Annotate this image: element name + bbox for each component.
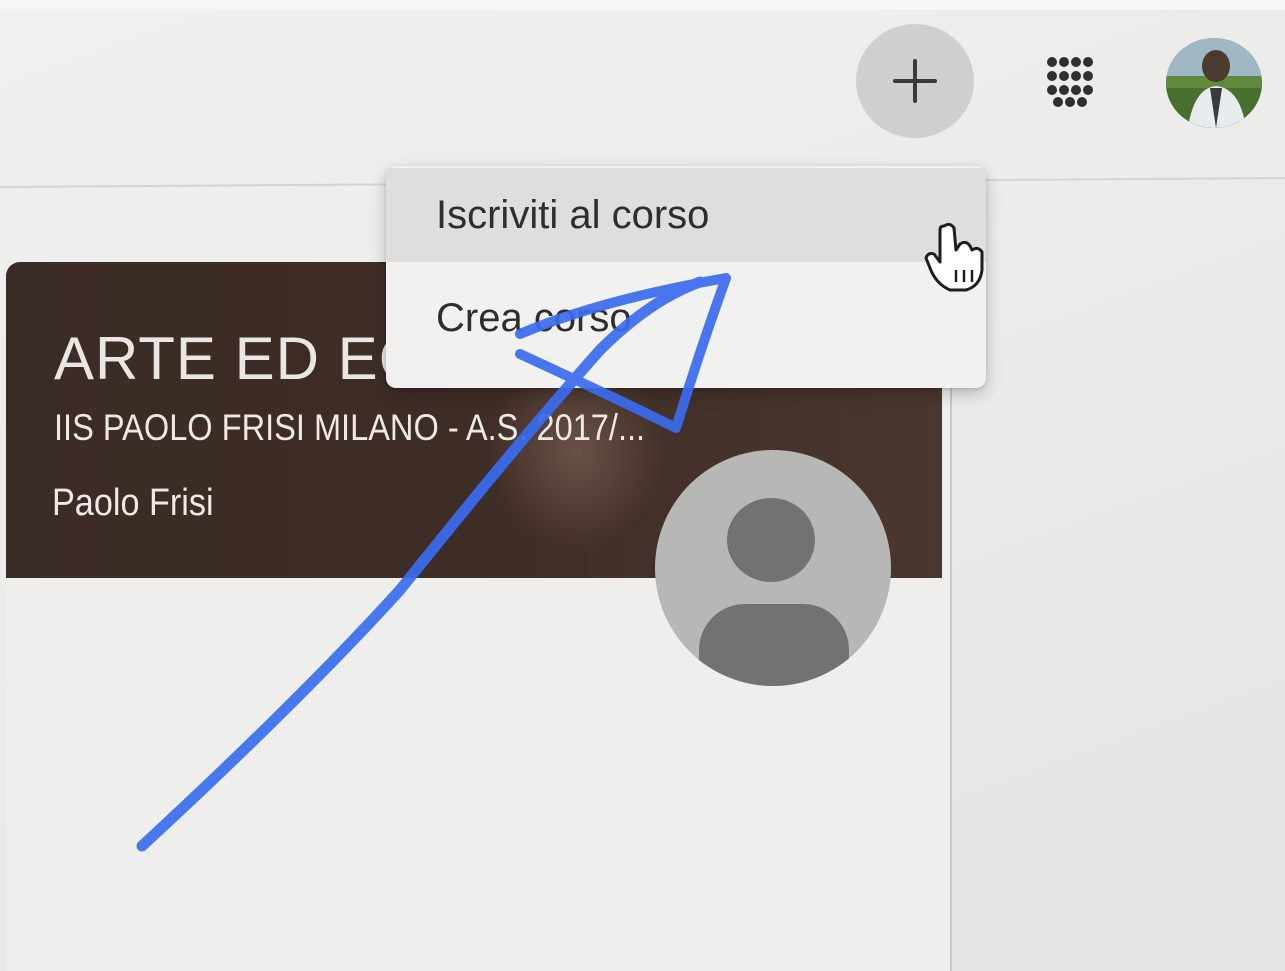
menu-item-create-class[interactable]: Crea corso (386, 270, 986, 366)
plus-icon (893, 59, 937, 103)
menu-item-label: Iscriviti al corso (436, 192, 710, 237)
default-user-icon-body (699, 604, 849, 686)
add-class-menu: Iscriviti al corso Crea corso (386, 166, 986, 388)
apps-grid-icon (1047, 57, 1093, 107)
hand-pointer-icon (924, 222, 984, 292)
user-photo-avatar (1166, 38, 1262, 128)
course-title[interactable]: ARTE ED EC (54, 324, 423, 393)
teacher-avatar (655, 450, 891, 686)
classroom-screen: ARTE ED EC IIS PAOLO FRISI MILANO - A.S.… (0, 0, 1285, 971)
default-user-icon-head (727, 498, 815, 582)
apps-button[interactable] (1040, 52, 1104, 112)
add-class-button[interactable] (856, 24, 974, 138)
course-teacher: Paolo Frisi (52, 482, 214, 524)
menu-item-join-class[interactable]: Iscriviti al corso (386, 168, 986, 262)
course-section: IIS PAOLO FRISI MILANO - A.S. 2017/... (54, 407, 646, 448)
screen-bezel (0, 0, 1285, 10)
account-avatar[interactable] (1166, 38, 1262, 128)
menu-item-label: Crea corso (436, 295, 632, 340)
